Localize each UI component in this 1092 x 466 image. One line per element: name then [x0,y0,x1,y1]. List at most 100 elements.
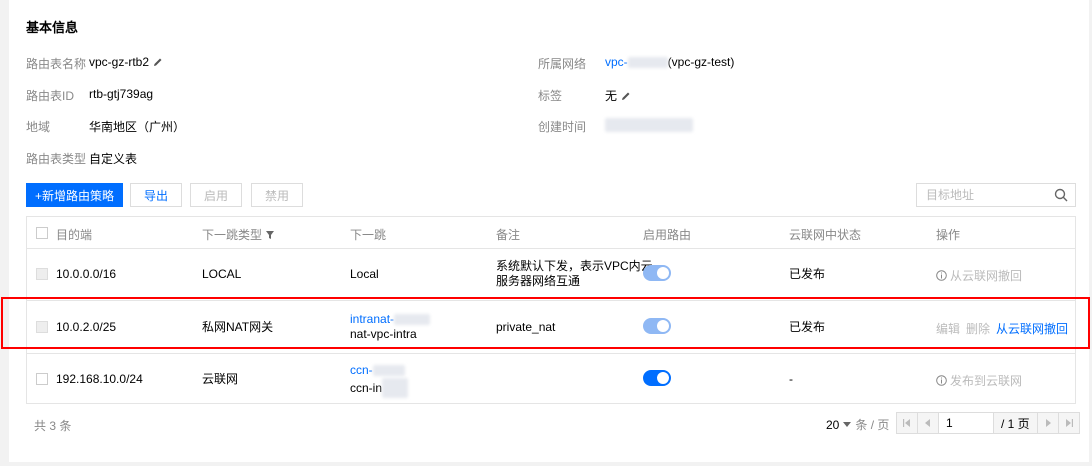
prev-page-button[interactable] [917,412,939,434]
column-remark: 备注 [496,228,521,242]
next-page-icon [1045,419,1051,427]
remark-cell: 系统默认下发，表示VPC内云 服务器网络互通 [496,259,653,289]
actions-cell: 从云联网撤回 [936,267,1022,284]
next-hop-name: ccn-in [350,380,383,395]
search-input[interactable] [917,187,1054,203]
next-hop-cell: Local [350,267,379,281]
row-checkbox[interactable] [36,321,48,333]
info-icon [936,270,947,281]
vpc-link[interactable]: vpc- [605,55,628,69]
add-route-policy-button[interactable]: +新增路由策略 [26,183,123,207]
select-all-checkbox[interactable] [36,227,48,239]
disable-button[interactable]: 禁用 [251,183,303,207]
page-number-input[interactable] [938,412,994,434]
search-icon[interactable] [1054,188,1068,202]
remark-line: 系统默认下发，表示VPC内云 [496,259,653,273]
withdraw-from-ccn-link[interactable]: 从云联网撤回 [996,320,1068,337]
ccn-status-cell: 已发布 [789,320,826,334]
vpc-value[interactable]: vpc- (vpc-gz-test) [605,55,734,69]
column-next-hop: 下一跳 [350,228,387,242]
next-hop-id[interactable]: intranat- [350,312,431,327]
route-table-name-text: vpc-gz-rtb2 [89,55,150,69]
publish-to-ccn-link[interactable]: 发布到云联网 [950,372,1022,389]
pencil-icon[interactable] [153,57,163,67]
region-value: 华南地区（广州） [89,120,186,134]
next-hop-id[interactable]: ccn- [350,363,408,378]
column-ccn-status: 云联网中状态 [789,228,862,242]
destination-cell: 10.0.2.0/25 [56,320,117,334]
last-page-icon [1066,419,1074,427]
route-toggle[interactable] [643,370,671,386]
next-page-button[interactable] [1036,412,1059,434]
table-header: 目的端 下一跳类型 下一跳 备注 启用路由 云联网中状态 操作 [27,217,1075,249]
route-toggle[interactable] [643,265,671,281]
next-hop-name-wrap: ccn-in [350,378,409,398]
total-count: 共 3 条 [34,419,72,433]
tags-text: 无 [605,89,618,103]
prev-page-icon [925,419,930,427]
column-next-hop-type: 下一跳类型 [202,226,275,243]
next-hop-link[interactable]: intranat- [350,312,394,327]
actions-cell: 发布到云联网 [936,372,1022,389]
column-destination: 目的端 [56,228,93,242]
remark-line: 服务器网络互通 [496,274,581,288]
redacted-vpc-id [627,56,668,68]
created-time-label: 创建时间 [538,120,587,134]
first-page-button[interactable] [896,412,918,434]
vpc-label: 所属网络 [538,57,587,71]
page-size-unit: 条 / 页 [855,418,890,432]
next-hop-type-cell: LOCAL [202,267,242,281]
filter-icon[interactable] [266,230,275,239]
redacted-next-hop-id [394,314,431,325]
table-row: 10.0.2.0/25 私网NAT网关 intranat- nat-vpc-in… [27,301,1075,354]
next-hop-cell: ccn- ccn-in [350,363,409,398]
edit-link[interactable]: 编辑 [936,320,960,337]
row-checkbox[interactable] [36,268,48,280]
route-table: 目的端 下一跳类型 下一跳 备注 启用路由 云联网中状态 操作 10.0.0.0… [26,216,1076,404]
route-table-type-value: 自定义表 [89,152,138,166]
pagination: / 1 页 [896,412,1080,434]
next-hop-link[interactable]: ccn- [350,363,373,378]
withdraw-from-ccn-link[interactable]: 从云联网撤回 [950,267,1022,284]
section-title: 基本信息 [26,20,79,35]
table-row: 10.0.0.0/16 LOCAL Local 系统默认下发，表示VPC内云 服… [27,248,1075,301]
tags-label: 标签 [538,89,563,103]
delete-link[interactable]: 删除 [966,320,990,337]
redacted-created-time [605,118,693,132]
caret-down-icon[interactable] [843,422,852,427]
total-pages: / 1 页 [993,412,1038,434]
toggle-knob [657,372,669,384]
search-box [916,183,1076,207]
route-table-name-value: vpc-gz-rtb2 [89,55,163,69]
row-checkbox[interactable] [36,373,48,385]
first-page-icon [902,419,910,427]
column-next-hop-type-label: 下一跳类型 [202,228,263,242]
redacted-next-hop-name [382,378,409,398]
info-icon [936,375,947,386]
toggle-knob [657,320,669,332]
route-toggle[interactable] [643,318,671,334]
destination-cell: 10.0.0.0/16 [56,267,117,281]
route-table-id-value: rtb-gtj739ag [89,87,154,101]
toggle-knob [657,267,669,279]
created-time-value [605,118,693,132]
remark-cell: private_nat [496,320,556,334]
last-page-button[interactable] [1057,412,1080,434]
enable-button[interactable]: 启用 [190,183,242,207]
ccn-status-cell: - [789,372,793,386]
destination-cell: 192.168.10.0/24 [56,372,143,386]
page-size-value[interactable]: 20 [826,418,839,432]
next-hop-name: nat-vpc-intra [350,327,417,341]
next-hop-cell: intranat- nat-vpc-intra [350,312,431,342]
pencil-icon[interactable] [621,91,631,101]
redacted-next-hop-id [372,365,405,376]
region-label: 地域 [26,120,51,134]
page-size-select[interactable]: 20 条 / 页 [826,416,889,433]
column-actions: 操作 [936,228,961,242]
table-row: 192.168.10.0/24 云联网 ccn- ccn-in - 发布到云联网 [27,354,1075,404]
next-hop-type-cell: 私网NAT网关 [202,320,274,334]
next-hop-type-cell: 云联网 [202,372,239,386]
route-table-type-label: 路由表类型 [26,152,87,166]
ccn-status-cell: 已发布 [789,267,826,281]
export-button[interactable]: 导出 [130,183,182,207]
